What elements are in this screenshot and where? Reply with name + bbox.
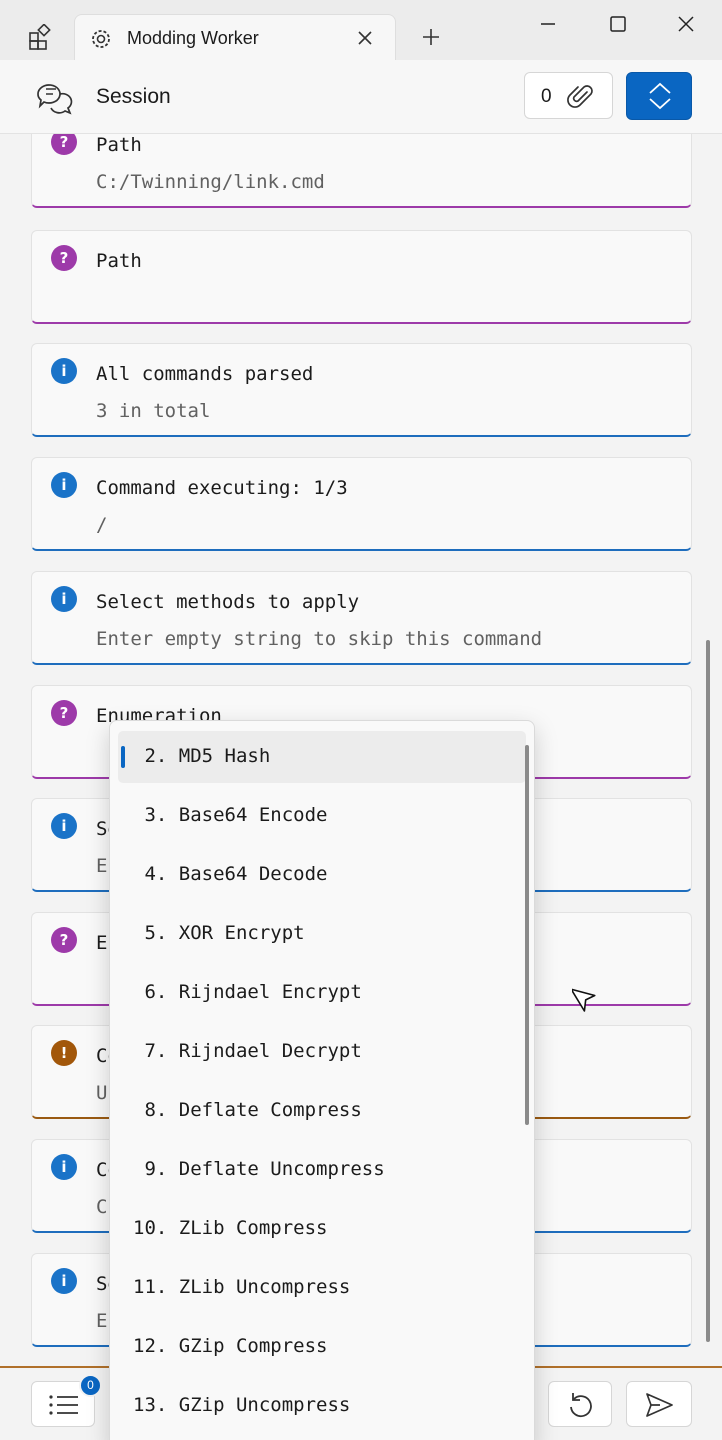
dropdown-item-label: 7. Rijndael Decrypt — [133, 1040, 362, 1062]
info-icon: i — [51, 813, 77, 839]
maximize-icon[interactable] — [606, 12, 630, 36]
expand-collapse-icon — [649, 82, 671, 110]
card-title: Command executing: 1/3 — [96, 477, 348, 499]
send-icon — [646, 1393, 673, 1417]
info-icon: i — [51, 1268, 77, 1294]
card-subtitle: Enter empty string to skip this command — [96, 628, 543, 650]
expand-collapse-button[interactable] — [626, 72, 692, 120]
question-icon: ? — [51, 134, 77, 155]
warning-icon: ! — [51, 1040, 77, 1066]
card-subtitle: C:/Twinning/link.cmd — [96, 171, 325, 193]
session-header: Session 0 — [0, 60, 722, 134]
dropdown-item[interactable]: 2. MD5 Hash — [118, 731, 526, 783]
list-icon — [49, 1395, 78, 1415]
message-card: ? Path — [31, 230, 692, 324]
dropdown-scrollbar[interactable] — [525, 745, 529, 1125]
feed-scrollbar[interactable] — [706, 640, 710, 1342]
dropdown-item-label: 12. GZip Compress — [133, 1335, 328, 1357]
tab-modding-worker[interactable]: Modding Worker — [74, 14, 396, 62]
dropdown-item[interactable]: 11. ZLib Uncompress — [118, 1262, 526, 1314]
dropdown-item-label: 5. XOR Encrypt — [133, 922, 305, 944]
widgets-icon[interactable] — [28, 24, 54, 50]
gear-icon — [92, 30, 110, 48]
card-subtitle: / — [96, 514, 108, 536]
title-bar: Modding Worker — [0, 0, 722, 62]
message-card: i All commands parsed 3 in total — [31, 343, 692, 437]
methods-dropdown-list[interactable]: 2. MD5 Hash 3. Base64 Encode 4. Base64 D… — [109, 720, 535, 1440]
dropdown-item-label: 13. GZip Uncompress — [133, 1394, 351, 1416]
close-window-icon[interactable] — [674, 12, 698, 36]
queue-count-badge: 0 — [79, 1374, 102, 1397]
dropdown-item-label: 3. Base64 Encode — [133, 804, 328, 826]
info-icon: i — [51, 472, 77, 498]
question-icon: ? — [51, 245, 77, 271]
card-title: Path — [96, 134, 142, 156]
dropdown-item[interactable]: 12. GZip Compress — [118, 1321, 526, 1373]
dropdown-item[interactable]: 7. Rijndael Decrypt — [118, 1026, 526, 1078]
question-icon: ? — [51, 927, 77, 953]
chat-icon — [37, 84, 73, 115]
undo-icon — [570, 1393, 592, 1418]
dropdown-item-label: 4. Base64 Decode — [133, 863, 328, 885]
message-card: i Command executing: 1/3 / — [31, 457, 692, 551]
dropdown-item-label: 8. Deflate Compress — [133, 1099, 362, 1121]
card-subtitle: C — [96, 1196, 108, 1218]
attachments-button[interactable]: 0 — [524, 72, 613, 119]
card-title: Select methods to apply — [96, 591, 360, 613]
dropdown-item[interactable]: 5. XOR Encrypt — [118, 908, 526, 960]
selection-indicator — [121, 746, 125, 768]
send-button[interactable] — [626, 1381, 692, 1427]
close-tab-icon[interactable] — [355, 28, 375, 48]
question-icon: ? — [51, 700, 77, 726]
card-title: All commands parsed — [96, 363, 314, 385]
dropdown-item-label: 2. MD5 Hash — [133, 745, 271, 767]
dropdown-item[interactable]: 8. Deflate Compress — [118, 1085, 526, 1137]
dropdown-item[interactable]: 4. Base64 Decode — [118, 849, 526, 901]
dropdown-item-label: 10. ZLib Compress — [133, 1217, 328, 1239]
tab-title: Modding Worker — [127, 28, 259, 48]
mouse-cursor-icon — [572, 988, 596, 1012]
dropdown-item-label: 11. ZLib Uncompress — [133, 1276, 351, 1298]
paperclip-icon — [567, 85, 593, 108]
card-title: Path — [96, 250, 142, 272]
info-icon: i — [51, 1154, 77, 1180]
dropdown-item[interactable]: 10. ZLib Compress — [118, 1203, 526, 1255]
message-card: ? Path C:/Twinning/link.cmd — [31, 134, 692, 208]
page-title: Session — [96, 85, 171, 108]
dropdown-item-label: 9. Deflate Uncompress — [133, 1158, 385, 1180]
card-subtitle: 3 in total — [96, 400, 211, 422]
minimize-icon[interactable] — [536, 12, 560, 36]
message-card: i Select methods to apply Enter empty st… — [31, 571, 692, 665]
dropdown-item[interactable]: 9. Deflate Uncompress — [118, 1144, 526, 1196]
undo-button[interactable] — [548, 1381, 612, 1427]
dropdown-item[interactable]: 3. Base64 Encode — [118, 790, 526, 842]
new-tab-icon[interactable] — [420, 26, 442, 48]
info-icon: i — [51, 586, 77, 612]
attachment-count: 0 — [541, 86, 552, 107]
dropdown-item[interactable]: 13. GZip Uncompress — [118, 1380, 526, 1432]
dropdown-item[interactable]: 6. Rijndael Encrypt — [118, 967, 526, 1019]
dropdown-item-label: 6. Rijndael Encrypt — [133, 981, 362, 1003]
info-icon: i — [51, 358, 77, 384]
